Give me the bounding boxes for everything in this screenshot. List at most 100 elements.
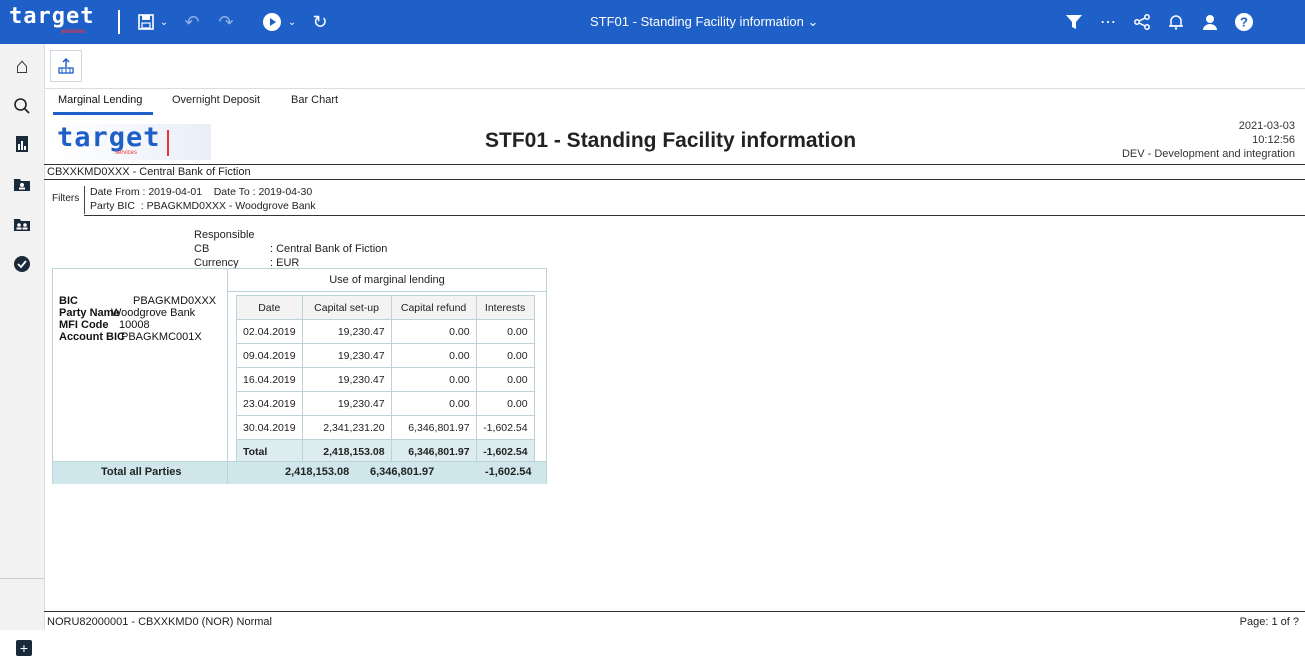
report-date: 2021-03-03 — [1238, 120, 1295, 132]
table-row: 30.04.2019 2,341,231.20 6,346,801.97 -1,… — [236, 415, 535, 440]
report-icon[interactable] — [0, 126, 44, 162]
left-rail: ⌂ + — [0, 44, 45, 656]
home-icon[interactable]: ⌂ — [0, 44, 44, 88]
page-indicator: Page: 1 of ? — [1239, 616, 1299, 628]
tab-marginal-lending[interactable]: Marginal Lending — [58, 94, 142, 106]
total-setup: 2,418,153.08 — [301, 439, 392, 464]
recent-icon[interactable] — [0, 246, 44, 282]
grand-total-refund: 6,346,801.97 — [370, 466, 435, 478]
marginal-lending-table: Use of marginal lending BIC PBAGKMD0XXX P… — [52, 268, 547, 484]
more-icon[interactable]: ⋯ — [1096, 10, 1120, 34]
cell-date: 23.04.2019 — [236, 391, 303, 416]
export-icon — [58, 57, 74, 74]
title-chevron-icon[interactable]: ⌄ — [808, 14, 819, 29]
cell-date: 09.04.2019 — [236, 343, 303, 368]
table-divider — [227, 269, 228, 461]
table-row: 02.04.2019 19,230.47 0.00 0.00 — [236, 319, 535, 344]
mfi-code-value: 10008 — [119, 319, 150, 331]
cell-refund: 0.00 — [390, 391, 477, 416]
filter-party: Party BIC : PBAGKMD0XXX - Woodgrove Bank — [90, 200, 316, 212]
mfi-code-label: MFI Code — [59, 319, 109, 331]
brand-logo: target services — [9, 4, 95, 35]
report-environment: DEV - Development and integration — [1121, 148, 1295, 160]
table-row: 23.04.2019 19,230.47 0.00 0.00 — [236, 391, 535, 416]
play-dropdown-chevron-icon[interactable]: ⌄ — [280, 10, 304, 34]
party-name-value: Woodgrove Bank — [111, 307, 196, 319]
responsible-block: Responsible CB: Central Bank of Fiction … — [194, 228, 387, 270]
tab-bar-chart[interactable]: Bar Chart — [291, 94, 338, 106]
footer-status: NORU82000001 - CBXXKMD0 (NOR) Normal — [47, 616, 272, 628]
total-label: Total — [236, 439, 303, 464]
help-icon[interactable]: ? — [1232, 10, 1256, 34]
save-dropdown-chevron-icon[interactable]: ⌄ — [152, 10, 176, 34]
cell-interests: 0.00 — [475, 343, 535, 368]
cell-refund: 0.00 — [390, 319, 477, 344]
total-row: Total 2,418,153.08 6,346,801.97 -1,602.5… — [236, 439, 535, 464]
top-bar: target services ⌄ ↶ ↷ ⌄ ↻ STF01 - Standi… — [0, 0, 1305, 44]
brand-separator — [118, 10, 120, 34]
column-header: Capital refund — [390, 295, 477, 320]
grand-total-label: Total all Parties — [101, 466, 182, 478]
filter-icon[interactable] — [1062, 10, 1086, 34]
party-name-label: Party Name — [59, 307, 120, 319]
cell-refund: 0.00 — [390, 367, 477, 392]
table-row: 16.04.2019 19,230.47 0.00 0.00 — [236, 367, 535, 392]
cell-interests: -1,602.54 — [475, 415, 535, 440]
grand-total-setup: 2,418,153.08 — [285, 466, 350, 478]
cell-date: 16.04.2019 — [236, 367, 303, 392]
report-logo: target services — [55, 122, 211, 160]
cell-interests: 0.00 — [475, 319, 535, 344]
filters-label: Filters — [52, 193, 80, 204]
report-toolbar — [44, 44, 1305, 89]
table-header-row: Date Capital set-up Capital refund Inter… — [236, 295, 535, 320]
svg-text:?: ? — [1240, 15, 1248, 30]
table-heading: Use of marginal lending — [227, 269, 546, 292]
header-divider — [44, 164, 1305, 165]
share-icon[interactable] — [1130, 10, 1154, 34]
add-icon[interactable]: + — [16, 640, 32, 656]
export-button[interactable] — [50, 50, 82, 82]
grand-total-row: Total all Parties 2,418,153.08 6,346,801… — [53, 461, 546, 484]
bic-label: BIC — [59, 295, 78, 307]
report-time: 10:12:56 — [1252, 134, 1295, 146]
central-bank-line: CBXXKMD0XXX - Central Bank of Fiction — [47, 166, 251, 178]
cell-refund: 0.00 — [390, 343, 477, 368]
account-bic-value: PBAGKMC001X — [121, 331, 202, 343]
redo-icon[interactable]: ↷ — [214, 10, 238, 34]
column-header: Date — [236, 295, 303, 320]
filter-dates: Date From : 2019-04-01 Date To : 2019-04… — [90, 186, 313, 198]
footer-divider — [44, 611, 1305, 612]
cell-date: 30.04.2019 — [236, 415, 303, 440]
column-header: Interests — [475, 295, 535, 320]
logo-bar — [167, 130, 169, 156]
responsible-label: Responsible CB — [194, 229, 255, 255]
cell-setup: 19,230.47 — [301, 367, 392, 392]
table-row: 09.04.2019 19,230.47 0.00 0.00 — [236, 343, 535, 368]
folder-user-icon[interactable] — [0, 166, 44, 202]
cell-setup: 19,230.47 — [301, 343, 392, 368]
tab-overnight-deposit[interactable]: Overnight Deposit — [172, 94, 260, 106]
cell-date: 02.04.2019 — [236, 319, 303, 344]
report-meta: 2021-03-03 10:12:56 DEV - Development an… — [1122, 119, 1295, 161]
responsible-value: : Central Bank of Fiction — [270, 243, 388, 255]
filters-bar — [84, 186, 85, 214]
bell-icon[interactable] — [1164, 10, 1188, 34]
filters-divider — [84, 215, 1305, 216]
grand-divider — [227, 462, 228, 484]
cb-divider — [44, 179, 1305, 180]
cell-setup: 2,341,231.20 — [301, 415, 392, 440]
grand-total-interests: -1,602.54 — [485, 466, 532, 478]
search-icon[interactable] — [0, 88, 44, 124]
folder-team-icon[interactable] — [0, 206, 44, 242]
active-tab-indicator — [53, 112, 153, 115]
cell-setup: 19,230.47 — [301, 319, 392, 344]
user-icon[interactable] — [1198, 10, 1222, 34]
rail-divider — [0, 578, 44, 579]
undo-icon[interactable]: ↶ — [180, 10, 204, 34]
party-info: BIC PBAGKMD0XXX Party NameWoodgrove Bank … — [59, 295, 216, 343]
total-refund: 6,346,801.97 — [390, 439, 477, 464]
report-title: STF01 - Standing Facility information — [485, 129, 857, 152]
refresh-icon[interactable]: ↻ — [308, 10, 332, 34]
window-title[interactable]: STF01 - Standing Facility information ⌄ — [590, 14, 818, 30]
transactions-table: Date Capital set-up Capital refund Inter… — [236, 295, 535, 464]
